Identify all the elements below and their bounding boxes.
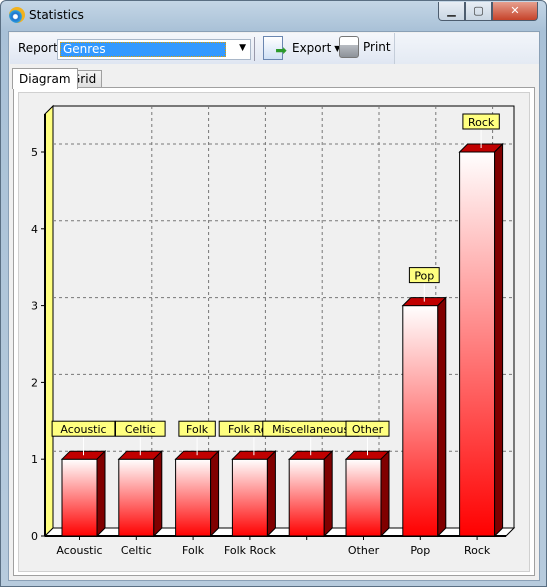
bar-side	[494, 142, 504, 538]
client-area: Report Genres ▼ ➡ Export ▼ Print Diagram…	[8, 31, 540, 581]
data-label: Rock	[468, 116, 495, 129]
y-tick-label: 3	[31, 300, 38, 313]
left-wall	[44, 104, 54, 538]
y-tick-label: 1	[31, 453, 38, 466]
data-label: Pop	[414, 270, 434, 283]
x-tick-label: Folk	[182, 544, 205, 557]
bar-side	[323, 449, 333, 538]
x-tick-label: Acoustic	[56, 544, 102, 557]
y-tick-label: 5	[31, 146, 38, 159]
data-label: Celtic	[125, 423, 156, 436]
bar-pop	[402, 305, 439, 537]
bar-folk	[175, 458, 212, 537]
statistics-window: Statistics ▁ ▢ ✕ Report Genres ▼ ➡ Expor…	[0, 0, 547, 587]
minimize-button[interactable]: ▁	[438, 2, 465, 21]
x-tick-label: Folk Rock	[224, 544, 277, 557]
maximize-button[interactable]: ▢	[465, 2, 492, 21]
y-tick-label: 0	[31, 530, 38, 543]
printer-icon	[339, 36, 359, 58]
bar-folk-rock	[231, 458, 268, 537]
report-select-value: Genres	[60, 42, 226, 57]
report-select[interactable]: Genres ▼	[57, 39, 251, 60]
bar-chart: 0 1 2 3 4 5 Acoustic Acoustic Celtic Celtic Folk Fo…	[31, 104, 516, 557]
bar-celtic	[118, 458, 155, 537]
chevron-down-icon: ▼	[239, 43, 246, 53]
toolbar: Report Genres ▼ ➡ Export ▼ Print	[10, 33, 395, 64]
x-tick-label: Pop	[410, 544, 430, 557]
tab-diagram[interactable]: Diagram	[12, 68, 78, 89]
print-button[interactable]: Print	[339, 36, 391, 58]
app-icon	[9, 7, 25, 23]
x-tick-label: Celtic	[121, 544, 152, 557]
data-label: Folk	[186, 423, 209, 436]
bar-miscellaneous	[288, 458, 325, 537]
bar-side	[437, 296, 447, 538]
bar-side	[153, 449, 163, 538]
data-label: Miscellaneous	[272, 423, 349, 436]
y-tick-label: 4	[31, 223, 38, 236]
bar-side	[96, 449, 106, 538]
toolbar-empty-area	[395, 33, 539, 64]
bar-side	[380, 449, 390, 538]
report-label: Report	[18, 41, 58, 55]
export-icon: ➡	[263, 36, 287, 60]
x-tick-label: Rock	[464, 544, 491, 557]
print-label: Print	[363, 40, 391, 54]
export-button[interactable]: ➡ Export ▼	[263, 36, 340, 60]
bar-side	[210, 449, 220, 538]
toolbar-separator	[254, 37, 255, 61]
window-title: Statistics	[29, 8, 84, 22]
bar-side	[266, 449, 276, 538]
data-label: Acoustic	[60, 423, 106, 436]
y-tick-label: 2	[31, 376, 38, 389]
bar-acoustic	[61, 458, 98, 537]
diagram-panel: 0 1 2 3 4 5 Acoustic Acoustic Celtic Celtic Folk Fo…	[13, 87, 535, 576]
close-button[interactable]: ✕	[492, 2, 538, 21]
bar-other	[345, 458, 382, 537]
bar-rock	[459, 151, 496, 537]
data-label: Other	[352, 423, 384, 436]
x-tick-label: Other	[348, 544, 380, 557]
export-label: Export	[292, 41, 332, 55]
